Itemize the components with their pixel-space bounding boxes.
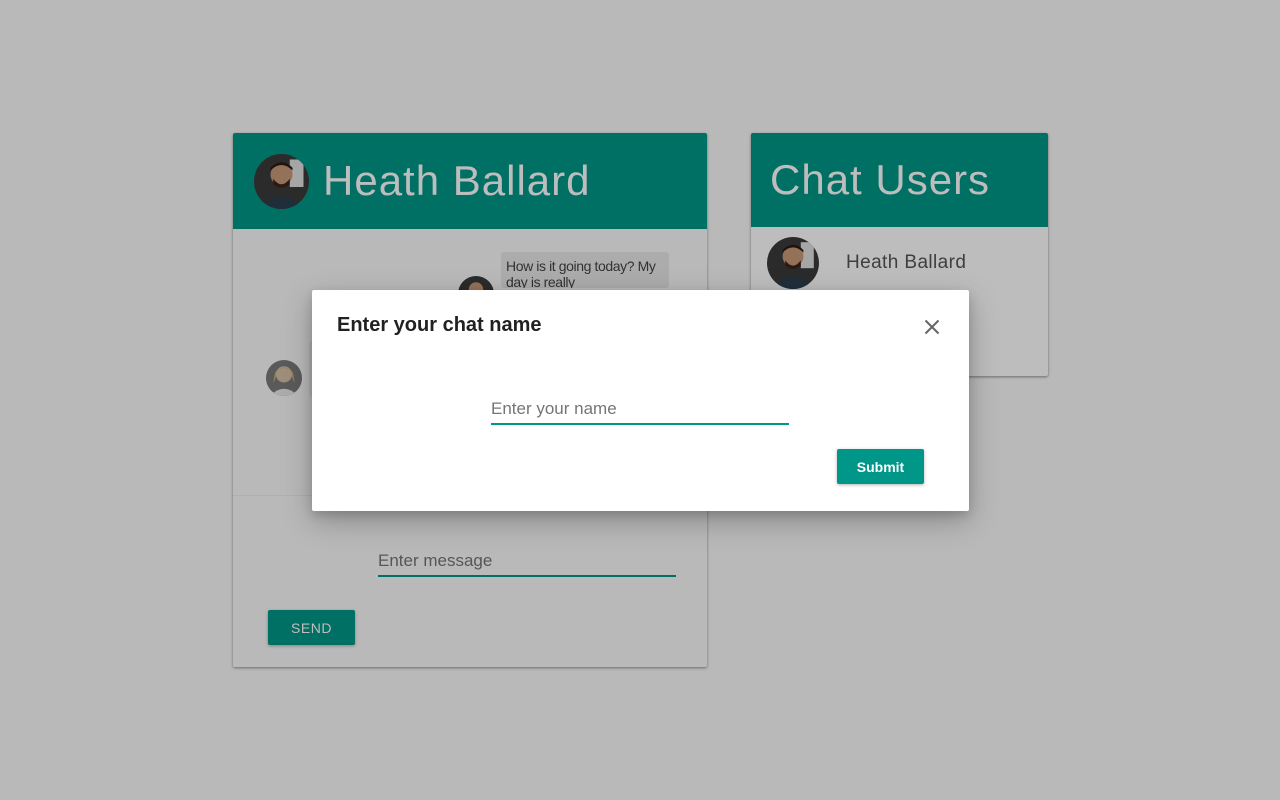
close-button[interactable] bbox=[918, 316, 946, 338]
close-icon bbox=[924, 319, 940, 335]
chat-name-dialog: Enter your chat name Submit bbox=[312, 290, 969, 511]
dialog-title: Enter your chat name bbox=[337, 314, 542, 336]
submit-button[interactable]: Submit bbox=[837, 449, 924, 484]
name-input[interactable] bbox=[491, 399, 789, 425]
